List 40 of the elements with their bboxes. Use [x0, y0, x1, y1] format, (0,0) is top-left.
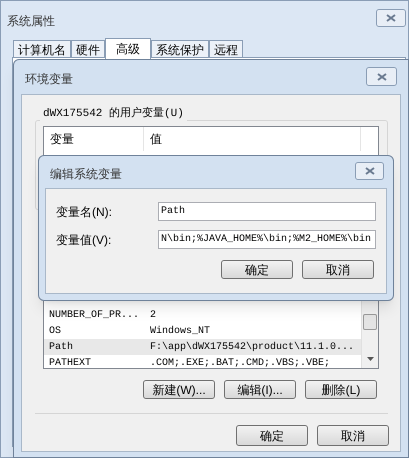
column-header[interactable]: 值: [144, 127, 361, 151]
ok-button[interactable]: 确定: [221, 260, 293, 279]
variable-name: OS: [48, 324, 62, 338]
variable-name: PATHEXT: [48, 356, 92, 368]
dialog-button[interactable]: 编辑(I)...: [224, 380, 296, 399]
variable-value: Windows_NT: [149, 324, 210, 338]
close-icon: [386, 14, 396, 22]
variable-name: NUMBER_OF_PR...: [48, 308, 140, 322]
close-icon: [364, 167, 374, 175]
input-field[interactable]: N\bin;%JAVA_HOME%\bin;%M2_HOME%\bin: [158, 230, 376, 249]
field-label: 变量值(V):: [56, 232, 112, 248]
input-field[interactable]: Path: [158, 202, 376, 221]
cancel-button[interactable]: 取消: [302, 260, 374, 279]
scroll-down-icon[interactable]: [367, 357, 374, 361]
tab[interactable]: 系统保护: [151, 40, 209, 58]
dialog-button[interactable]: 新建(W)...: [143, 380, 215, 399]
cancel-button[interactable]: 取消: [317, 425, 389, 446]
variable-value: F:\app\dWX175542\product\11.1.0...: [149, 340, 354, 354]
window-title: 系统属性: [7, 13, 55, 30]
tab[interactable]: 高级: [105, 38, 151, 59]
close-button[interactable]: [376, 9, 406, 27]
ok-button[interactable]: 确定: [236, 425, 308, 446]
variable-value: .COM;.EXE;.BAT;.CMD;.VBS;.VBE;: [149, 356, 330, 368]
column-header[interactable]: 变量: [44, 127, 144, 151]
scrollbar[interactable]: [361, 301, 378, 368]
group-label: dWX175542 的用户变量(U): [40, 106, 187, 122]
close-icon: [376, 72, 386, 80]
variable-value: 2: [149, 308, 156, 322]
variable-name: Path: [48, 340, 74, 354]
list-row[interactable]: Path F:\app\dWX175542\product\11.1.0...: [44, 339, 361, 355]
tab[interactable]: 计算机名: [13, 40, 71, 58]
field-label: 变量名(N):: [56, 204, 113, 220]
close-button[interactable]: [355, 162, 384, 180]
tab[interactable]: 远程: [209, 40, 243, 58]
scroll-thumb[interactable]: [363, 314, 377, 330]
dialog-title: 环境变量: [25, 71, 73, 88]
close-button[interactable]: [366, 67, 397, 86]
dialog-title: 编辑系统变量: [50, 166, 122, 183]
tab[interactable]: 硬件: [71, 40, 105, 58]
dialog-button[interactable]: 删除(L): [305, 380, 377, 399]
